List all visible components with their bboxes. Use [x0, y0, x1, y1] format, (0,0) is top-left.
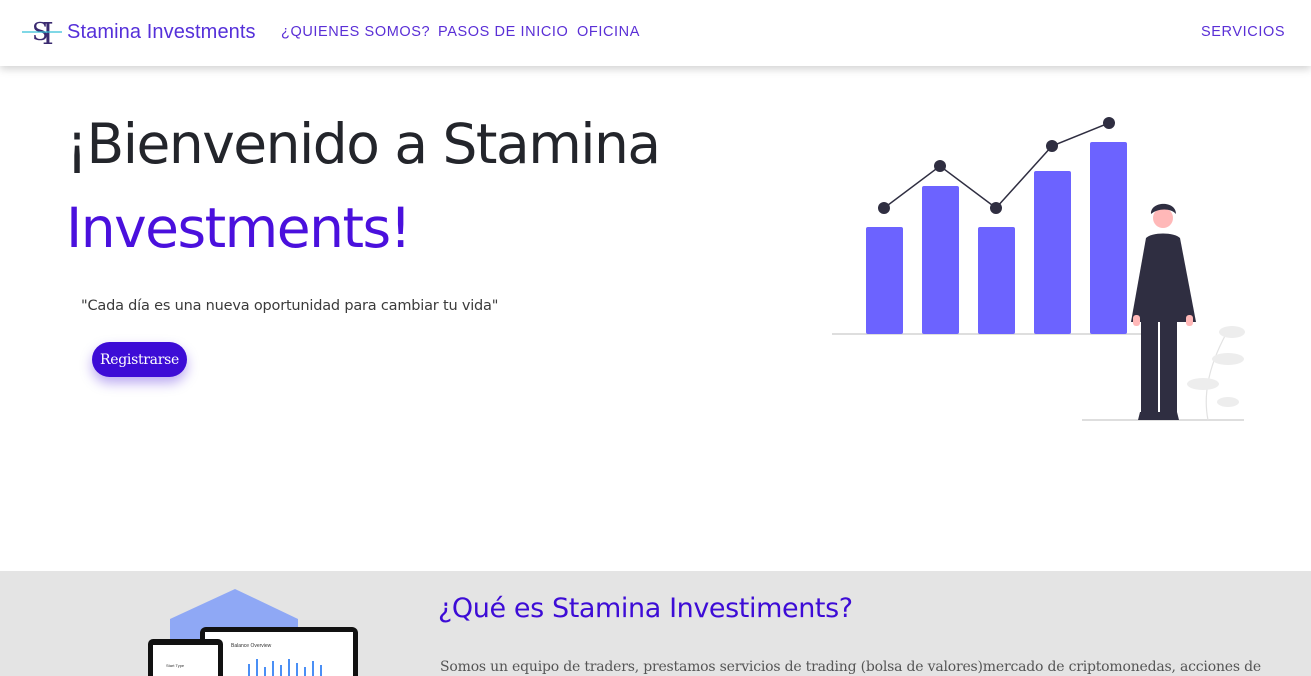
person-illustration	[1131, 203, 1196, 420]
device-small-label: Start Type	[166, 663, 185, 668]
navbar: S I Stamina Investments ¿QUIENES SOMOS? …	[0, 0, 1311, 66]
hero-title-line2: Investments!	[66, 196, 412, 260]
register-button[interactable]: Registrarse	[92, 342, 187, 377]
nav-link-pasos-de-inicio[interactable]: PASOS DE INICIO	[438, 24, 568, 40]
svg-text:I: I	[42, 17, 54, 49]
hero-quote: "Cada día es una nueva oportunidad para …	[81, 297, 499, 314]
about-title: ¿Qué es Stamina Investiments?	[438, 593, 853, 624]
illustration-bars	[866, 142, 1127, 334]
illustration-trend-line	[883, 122, 1110, 210]
nav-link-servicios[interactable]: SERVICIOS	[1201, 24, 1285, 40]
nav-link-oficina[interactable]: OFICINA	[577, 24, 640, 40]
growth-chart-illustration	[832, 117, 1245, 421]
dashboard-devices-illustration: Balance Overview Start Type	[148, 589, 358, 676]
about-text: Somos un equipo de traders, prestamos se…	[440, 659, 1261, 675]
illustration-trend-dots	[878, 117, 1115, 214]
hero-title-line1: ¡Bienvenido a Stamina	[66, 112, 661, 176]
hero-title: ¡Bienvenido a Stamina Investments!	[66, 102, 661, 270]
brand-name: Stamina Investments	[67, 20, 256, 43]
device-title: Balance Overview	[231, 643, 272, 649]
plant-decoration	[1187, 326, 1245, 421]
about-section: Balance Overview Start Type ¿Qué es Stam…	[0, 571, 1311, 676]
nav-link-quienes-somos[interactable]: ¿QUIENES SOMOS?	[281, 24, 430, 40]
brand-logo-icon: S I	[22, 17, 62, 49]
brand-link[interactable]: S I Stamina Investments	[22, 14, 256, 50]
